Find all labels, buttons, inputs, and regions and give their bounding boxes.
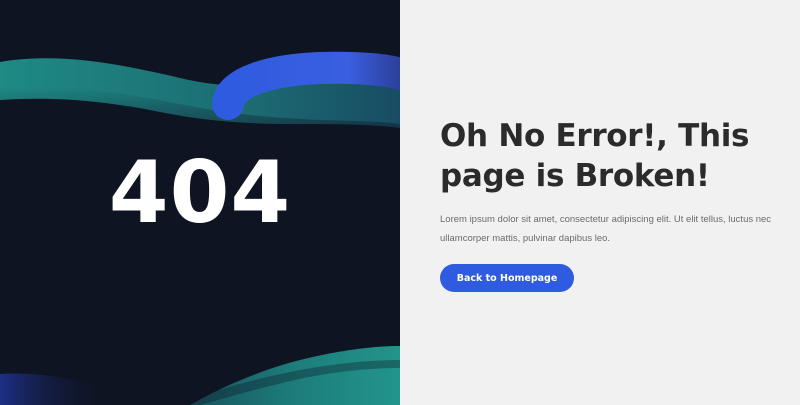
- error-page: 404 Oh No Error!, This page is Broken! L…: [0, 0, 800, 405]
- error-description: Lorem ipsum dolor sit amet, consectetur …: [440, 214, 772, 244]
- bottom-blue-shape: [0, 373, 110, 405]
- error-headline: Oh No Error!, This page is Broken!: [440, 118, 750, 194]
- message-panel: Oh No Error!, This page is Broken! Lorem…: [400, 0, 800, 405]
- message-content: Oh No Error!, This page is Broken! Lorem…: [440, 116, 780, 292]
- error-illustration-panel: 404: [0, 0, 400, 405]
- error-code: 404: [108, 143, 292, 243]
- back-to-homepage-button[interactable]: Back to Homepage: [440, 264, 574, 292]
